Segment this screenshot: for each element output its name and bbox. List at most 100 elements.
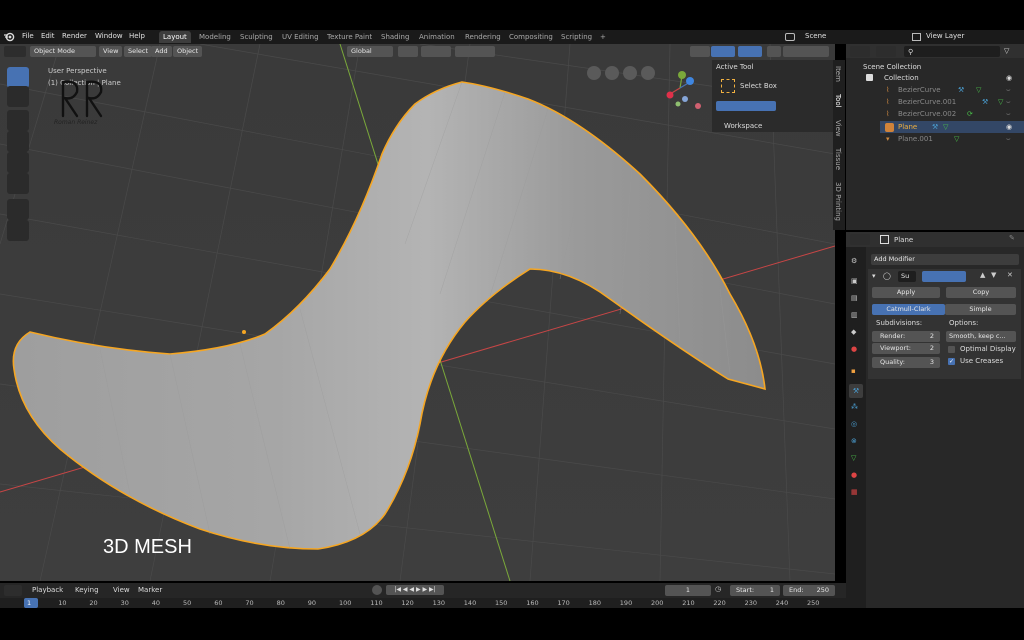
- 3d-viewport[interactable]: User Perspective (1) Collection | Plane …: [0, 44, 835, 581]
- menu-help[interactable]: Help: [129, 32, 145, 40]
- select-mode-buttons[interactable]: [716, 101, 776, 111]
- eye-icon[interactable]: ◉: [1006, 123, 1012, 131]
- menu-playback[interactable]: Playback: [32, 586, 63, 594]
- physics-tab-icon[interactable]: ◎: [851, 420, 857, 428]
- clock-icon[interactable]: ◷: [715, 585, 721, 593]
- tab-tissue[interactable]: Tissue: [834, 148, 842, 170]
- visibility-hidden-icon[interactable]: ⌣: [1006, 86, 1011, 95]
- properties-type-icon[interactable]: [850, 234, 870, 245]
- snap-icon[interactable]: [421, 46, 451, 57]
- scene-tab-icon[interactable]: ◆: [851, 328, 856, 336]
- tab-item[interactable]: Item: [834, 66, 842, 82]
- tab-shading[interactable]: Shading: [377, 31, 413, 43]
- tool-cursor[interactable]: [7, 86, 29, 107]
- visibility-icon[interactable]: [690, 46, 710, 57]
- orientation-select[interactable]: Global: [347, 46, 393, 57]
- menu-add[interactable]: Add: [151, 46, 172, 57]
- tool-rotate[interactable]: [7, 131, 29, 152]
- eye-icon[interactable]: ◉: [1006, 74, 1012, 82]
- optimal-display-checkbox[interactable]: [948, 346, 955, 353]
- menu-edit[interactable]: Edit: [41, 32, 55, 40]
- tab-3d-printing[interactable]: 3D Printing: [834, 182, 842, 221]
- menu-marker[interactable]: Marker: [138, 586, 162, 594]
- record-icon[interactable]: [372, 585, 382, 595]
- timeline-type-icon[interactable]: [4, 585, 22, 596]
- tab-rendering[interactable]: Rendering: [461, 31, 505, 43]
- mode-select[interactable]: Object Mode: [30, 46, 96, 57]
- tool-tab-icon[interactable]: ⚙: [851, 257, 857, 265]
- add-modifier-button[interactable]: Add Modifier: [871, 254, 1019, 265]
- perspective-toggle-icon[interactable]: [587, 66, 601, 80]
- outliner-item-plane-001[interactable]: Plane.001: [898, 135, 933, 143]
- menu-object[interactable]: Object: [173, 46, 203, 57]
- camera-view-icon[interactable]: [605, 66, 619, 80]
- particles-tab-icon[interactable]: ⁂: [851, 403, 858, 411]
- tab-texture-paint[interactable]: Texture Paint: [323, 31, 376, 43]
- tab-layout[interactable]: Layout: [159, 31, 191, 43]
- apply-button[interactable]: Apply: [872, 287, 940, 298]
- shading-modes-icon[interactable]: [783, 46, 829, 57]
- playback-controls[interactable]: |◀ ◀ ◀ ▶ ▶ ▶|: [386, 585, 444, 595]
- pivot-icon[interactable]: [398, 46, 418, 57]
- constraints-tab-icon[interactable]: ⊗: [851, 437, 857, 445]
- view-layer-icon[interactable]: [912, 33, 921, 41]
- simple-button[interactable]: Simple: [945, 304, 1016, 315]
- menu-select[interactable]: Select: [124, 46, 153, 57]
- visibility-hidden-icon[interactable]: ⌣: [1006, 98, 1011, 107]
- collection-item[interactable]: Collection: [884, 74, 919, 82]
- visibility-hidden-icon[interactable]: ⌣: [1006, 135, 1011, 144]
- workspace-header[interactable]: Workspace: [724, 122, 762, 130]
- menu-view[interactable]: View: [99, 46, 123, 57]
- data-tab-icon[interactable]: ▽: [851, 454, 856, 462]
- tab-view[interactable]: View: [834, 120, 842, 137]
- tool-transform[interactable]: [7, 173, 29, 194]
- menu-file[interactable]: File: [22, 32, 34, 40]
- tab-scripting[interactable]: Scripting: [557, 31, 596, 43]
- proportional-edit-icon[interactable]: [455, 46, 495, 57]
- outliner-search-input[interactable]: [904, 46, 1000, 57]
- zoom-view-icon[interactable]: [641, 66, 655, 80]
- world-tab-icon[interactable]: ●: [851, 345, 857, 353]
- visibility-hidden-icon[interactable]: ⌣: [1006, 110, 1011, 119]
- menu-timeline-view[interactable]: View: [113, 586, 130, 594]
- end-frame-field[interactable]: End: 250: [783, 585, 835, 596]
- display-mode-icon[interactable]: [876, 46, 896, 57]
- overlay-toggle-icon[interactable]: [738, 46, 762, 57]
- collection-checkbox[interactable]: [866, 74, 873, 81]
- gizmo-toggle-icon[interactable]: [711, 46, 735, 57]
- viewport-levels-field[interactable]: Viewport: 2: [872, 343, 940, 354]
- outliner-item-beziercurve-001[interactable]: BezierCurve.001: [898, 98, 956, 106]
- scene-icon[interactable]: [785, 33, 795, 41]
- tool-select-box[interactable]: [7, 67, 29, 88]
- output-tab-icon[interactable]: ▤: [851, 294, 858, 302]
- render-levels-field[interactable]: Render: 2: [872, 331, 940, 342]
- modifier-tab-icon[interactable]: ⚒: [849, 384, 863, 398]
- menu-keying[interactable]: Keying: [75, 586, 99, 594]
- copy-button[interactable]: Copy: [946, 287, 1016, 298]
- tool-measure[interactable]: [7, 220, 29, 241]
- tab-compositing[interactable]: Compositing: [505, 31, 557, 43]
- current-frame-field[interactable]: 1: [665, 585, 711, 596]
- filter-icon[interactable]: ▽: [1004, 47, 1009, 55]
- view-layer-name[interactable]: View Layer: [926, 32, 964, 40]
- remove-modifier-icon[interactable]: ✕: [1007, 271, 1013, 279]
- scene-collection[interactable]: Scene Collection: [863, 63, 921, 71]
- outliner-item-beziercurve-002[interactable]: BezierCurve.002: [898, 110, 956, 118]
- move-up-icon[interactable]: ▲: [980, 271, 985, 279]
- modifier-name-field[interactable]: Su: [898, 271, 916, 282]
- tool-scale[interactable]: [7, 152, 29, 173]
- tool-annotate[interactable]: [7, 199, 29, 220]
- editor-type-icon[interactable]: [4, 46, 26, 57]
- modifier-visibility-toggles[interactable]: [922, 271, 966, 282]
- render-tab-icon[interactable]: ▣: [851, 277, 858, 285]
- tab-uv-editing[interactable]: UV Editing: [278, 31, 323, 43]
- start-frame-field[interactable]: Start: 1: [730, 585, 780, 596]
- scene-name[interactable]: Scene: [805, 32, 826, 40]
- menu-render[interactable]: Render: [62, 32, 87, 40]
- quality-field[interactable]: Quality: 3: [872, 357, 940, 368]
- outliner-item-beziercurve[interactable]: BezierCurve: [898, 86, 941, 94]
- timeline-ruler[interactable]: 1 10 20 30 40 50 60 70 80 90 100 110 120 130 140 150 160…: [0, 598, 846, 608]
- move-down-icon[interactable]: ▼: [991, 271, 996, 279]
- xray-icon[interactable]: [767, 46, 781, 57]
- tool-move[interactable]: [7, 110, 29, 131]
